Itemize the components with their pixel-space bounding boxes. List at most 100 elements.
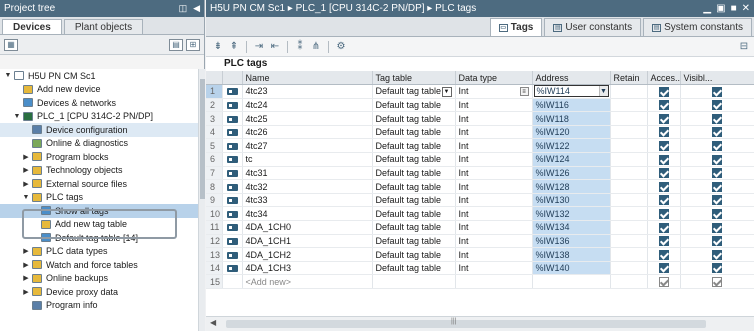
address-cell[interactable]: %IW114 ▼ — [532, 84, 611, 99]
retain-cell[interactable] — [610, 261, 648, 276]
expanded-arrow-icon[interactable]: ▼ — [4, 72, 12, 79]
visible-cell[interactable] — [680, 152, 754, 167]
expanded-arrow-icon[interactable]: ▼ — [22, 194, 30, 201]
visible-cell[interactable] — [680, 125, 754, 140]
visible-cell[interactable] — [680, 274, 754, 289]
tag-name-cell[interactable]: tc — [242, 152, 373, 167]
tag-table-cell[interactable]: Default tag table — [372, 179, 456, 194]
visible-checkbox[interactable] — [712, 222, 722, 233]
table-row[interactable]: 10 4tc34 Default tag table Int %IW132 — [206, 206, 754, 222]
tab-plant-objects[interactable]: Plant objects — [63, 19, 144, 34]
accessible-cell[interactable] — [647, 261, 681, 276]
monitor-icon[interactable]: ⁑ — [294, 41, 306, 53]
retain-cell[interactable] — [610, 84, 648, 99]
data-type-cell[interactable]: Int — [455, 261, 533, 276]
data-type-picker-icon[interactable]: ≡ — [519, 87, 529, 97]
data-type-cell[interactable]: Int — [455, 98, 533, 113]
accessible-checkbox[interactable] — [658, 249, 669, 260]
visible-cell[interactable] — [680, 84, 754, 99]
visible-cell[interactable] — [680, 166, 754, 181]
tree-item[interactable]: ▶ PLC data types — [0, 245, 198, 259]
header-data-type[interactable]: Data type — [455, 71, 533, 86]
table-row[interactable]: 5 4tc27 Default tag table Int %IW122 — [206, 138, 754, 154]
tag-name-cell[interactable]: 4DA_1CH3 — [242, 261, 373, 276]
data-type-cell[interactable]: Int — [455, 166, 533, 181]
visible-cell[interactable] — [680, 261, 754, 276]
scroll-left-icon[interactable]: ◀ — [210, 318, 220, 330]
retain-cell[interactable] — [610, 247, 648, 262]
tree-item[interactable]: ▶ Technology objects — [0, 164, 198, 178]
visible-checkbox[interactable] — [712, 113, 722, 124]
table-row[interactable]: 7 4tc31 Default tag table Int %IW126 — [206, 166, 754, 181]
accessible-cell[interactable] — [647, 179, 681, 194]
tree-item[interactable]: ▶ Device proxy data — [0, 285, 198, 299]
table-row[interactable]: 14 4DA_1CH3 Default tag table Int %IW140 — [206, 261, 754, 276]
tree-item[interactable]: Devices & networks — [0, 96, 198, 110]
visible-checkbox[interactable] — [712, 141, 722, 152]
visible-cell[interactable] — [680, 247, 754, 262]
table-row[interactable]: 12 4DA_1CH1 Default tag table Int %IW136 — [206, 234, 754, 249]
insert-row-icon[interactable]: ⇟ — [212, 41, 224, 53]
overview-icon[interactable]: ▦ — [4, 38, 18, 51]
visible-checkbox[interactable] — [712, 236, 722, 247]
table-row[interactable]: 3 4tc25 Default tag table Int %IW118 — [206, 111, 754, 126]
accessible-cell[interactable] — [647, 111, 681, 126]
visible-cell[interactable] — [680, 206, 754, 222]
close-icon[interactable]: ✕ — [742, 3, 750, 14]
tag-table-cell[interactable]: Default tag table — [372, 206, 456, 222]
tag-table-cell[interactable]: Default tag table ▼ — [372, 84, 456, 99]
tree-item[interactable]: ▶ Online backups — [0, 272, 198, 286]
settings-icon[interactable]: ⚙ — [335, 41, 347, 53]
tag-name-cell[interactable]: 4tc26 — [242, 125, 373, 140]
data-type-cell[interactable]: Int — [455, 220, 533, 235]
tag-name-cell[interactable]: 4tc24 — [242, 98, 373, 113]
tag-table-cell[interactable]: Default tag table — [372, 111, 456, 126]
tag-table-cell[interactable]: Default tag table — [372, 193, 456, 208]
accessible-checkbox[interactable] — [658, 154, 669, 165]
visible-checkbox[interactable] — [712, 168, 722, 179]
export-icon[interactable]: ⇥ — [253, 41, 265, 53]
tag-name-cell[interactable]: 4DA_1CH2 — [242, 247, 373, 262]
data-type-cell[interactable]: Int ≡ — [455, 84, 533, 99]
accessible-checkbox[interactable] — [658, 181, 669, 192]
header-address[interactable]: Address — [532, 71, 611, 86]
accessible-cell[interactable] — [647, 247, 681, 262]
visible-checkbox[interactable] — [712, 100, 722, 111]
tree-item[interactable]: Online & diagnostics — [0, 137, 198, 151]
details-view-icon[interactable]: ⊟ — [738, 41, 750, 53]
accessible-cell[interactable] — [647, 234, 681, 249]
grid-view-icon[interactable]: ▤ — [169, 38, 183, 51]
tag-name-cell[interactable]: 4tc25 — [242, 111, 373, 126]
visible-cell[interactable] — [680, 98, 754, 113]
retain-cell[interactable] — [610, 206, 648, 222]
collapsed-arrow-icon[interactable]: ▶ — [22, 153, 30, 161]
data-type-cell[interactable]: Int — [455, 193, 533, 208]
filter-icon[interactable]: ⋔ — [310, 41, 322, 53]
tree-item[interactable]: ▼ PLC tags — [0, 191, 198, 205]
tag-name-cell[interactable]: 4DA_1CH1 — [242, 234, 373, 249]
address-cell[interactable]: %IW118 — [532, 111, 611, 126]
collapse-pane-icon[interactable]: ◀ — [193, 3, 200, 14]
data-type-cell[interactable]: Int — [455, 152, 533, 167]
visible-cell[interactable] — [680, 179, 754, 194]
address-cell[interactable]: %IW140 — [532, 261, 611, 276]
accessible-cell[interactable] — [647, 125, 681, 140]
tag-name-cell[interactable]: 4DA_1CH0 — [242, 220, 373, 235]
collapsed-arrow-icon[interactable]: ▶ — [22, 247, 30, 255]
tab-user-constants[interactable]: ▤ User constants — [544, 18, 642, 36]
horizontal-scrollbar[interactable]: ◀ ||| — [206, 316, 754, 331]
accessible-checkbox[interactable] — [658, 141, 669, 152]
add-new-cell[interactable]: <Add new> — [242, 274, 373, 289]
data-type-cell[interactable]: Int — [455, 111, 533, 126]
tree-item[interactable]: ▼ H5U PN CM Sc1 — [0, 69, 198, 83]
visible-cell[interactable] — [680, 193, 754, 208]
table-row[interactable]: 2 4tc24 Default tag table Int %IW116 — [206, 98, 754, 113]
tree-item[interactable]: ▼ PLC_1 [CPU 314C-2 PN/DP] — [0, 110, 198, 124]
tag-table-cell[interactable]: Default tag table — [372, 261, 456, 276]
tag-table-cell[interactable]: Default tag table — [372, 234, 456, 249]
table-row[interactable]: 8 4tc32 Default tag table Int %IW128 — [206, 179, 754, 194]
accessible-checkbox[interactable] — [658, 236, 669, 247]
retain-cell[interactable] — [610, 125, 648, 140]
data-type-cell[interactable]: Int — [455, 125, 533, 140]
tag-name-cell[interactable]: 4tc32 — [242, 179, 373, 194]
